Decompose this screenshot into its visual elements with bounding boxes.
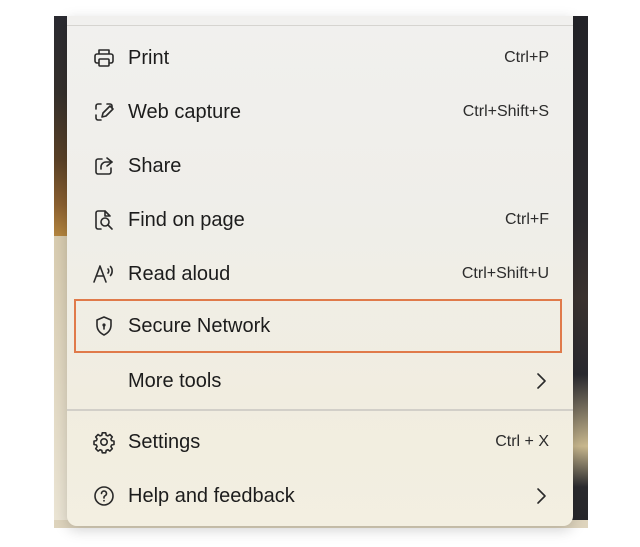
menu-item-share[interactable]: Share: [75, 139, 565, 193]
help-icon: [91, 483, 117, 509]
menu-item-print[interactable]: Print Ctrl+P: [75, 31, 565, 85]
menu-item-shortcut: Ctrl+P: [504, 49, 549, 66]
menu-item-label: Web capture: [128, 100, 242, 123]
menu-item-label: Print: [128, 46, 170, 69]
web-capture-icon: [91, 99, 117, 125]
menu-item-label: Settings: [128, 430, 201, 453]
gear-icon: [91, 429, 117, 455]
find-on-page-icon: [91, 207, 117, 233]
shield-icon: [91, 313, 117, 339]
menu-item-more-tools[interactable]: More tools: [75, 354, 565, 408]
menu-item-label: Find on page: [128, 208, 245, 231]
menu-item-shortcut: Ctrl+F: [505, 211, 549, 228]
chevron-right-icon: [531, 371, 551, 391]
menu-item-find-on-page[interactable]: Find on page Ctrl+F: [75, 193, 565, 247]
menu-item-read-aloud[interactable]: Read aloud Ctrl+Shift+U: [75, 247, 565, 301]
menu-item-shortcut: Ctrl+Shift+S: [462, 103, 549, 120]
menu-item-secure-network[interactable]: Secure Network: [74, 299, 562, 353]
share-icon: [91, 153, 117, 179]
menu-item-label: Share: [128, 154, 182, 177]
menu-item-web-capture[interactable]: Web capture Ctrl+Shift+S: [75, 85, 565, 139]
menu-item-settings[interactable]: Settings Ctrl + X: [75, 415, 565, 469]
menu-item-label: More tools: [128, 369, 222, 392]
browser-context-menu: Print Ctrl+P Web capture Ctrl+Shift+S Sh…: [67, 16, 573, 526]
menu-item-label: Secure Network: [128, 314, 271, 337]
menu-item-help-and-feedback[interactable]: Help and feedback: [75, 469, 565, 523]
menu-item-label: Read aloud: [128, 262, 231, 285]
menu-divider: [67, 409, 573, 411]
menu-item-shortcut: Ctrl + X: [495, 433, 549, 450]
menu-item-shortcut: Ctrl+Shift+U: [461, 265, 549, 282]
menu-item-label: Help and feedback: [128, 484, 295, 507]
chevron-right-icon: [531, 486, 551, 506]
printer-icon: [91, 45, 117, 71]
read-aloud-icon: [91, 261, 117, 287]
menu-divider-top: [67, 25, 573, 26]
screenshot-scene: Print Ctrl+P Web capture Ctrl+Shift+S Sh…: [0, 0, 640, 547]
